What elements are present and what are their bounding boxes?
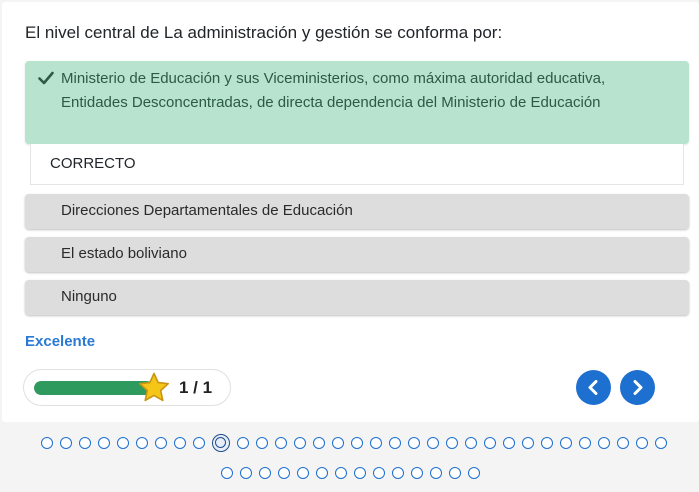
pagination-dot-current[interactable] [211,434,230,452]
pagination-dot[interactable] [192,437,205,449]
pagination-dot[interactable] [154,437,167,449]
next-button[interactable] [620,370,655,405]
progress-track [34,381,154,395]
score-progress: 1 / 1 [23,369,231,406]
pagination-dot[interactable] [297,467,309,479]
answer-option-direcciones[interactable]: Direcciones Departamentales de Educación [25,194,689,229]
pagination-dot[interactable] [392,467,404,479]
question-pagination [2,426,699,492]
chevron-left-icon [588,380,598,395]
pagination-dot[interactable] [635,437,648,449]
pagination-dot[interactable] [411,467,423,479]
pagination-dot[interactable] [255,437,268,449]
pagination-dot[interactable] [173,437,186,449]
pagination-dot[interactable] [316,467,328,479]
pagination-dot[interactable] [388,437,401,449]
pagination-dot[interactable] [240,467,252,479]
pagination-dot[interactable] [236,437,249,449]
pagination-dot[interactable] [407,437,420,449]
previous-button[interactable] [576,370,611,405]
pagination-dot[interactable] [464,437,477,449]
pagination-dot[interactable] [350,437,363,449]
quiz-card: El nivel central de La administración y … [2,2,699,422]
pagination-dot[interactable] [116,437,129,449]
result-label: Excelente [25,333,96,350]
selected-answer-correct[interactable]: Ministerio de Educación y sus Viceminist… [25,61,689,144]
pagination-dot[interactable] [373,467,385,479]
pagination-dot[interactable] [578,437,591,449]
pagination-row [5,434,699,452]
chevron-right-icon [633,380,643,395]
pagination-dot[interactable] [521,437,534,449]
pagination-dot[interactable] [78,437,91,449]
pagination-dot[interactable] [449,467,461,479]
pagination-dot[interactable] [502,437,515,449]
pagination-dot[interactable] [278,467,290,479]
pagination-dot[interactable] [312,437,325,449]
pagination-dot[interactable] [354,467,366,479]
pagination-dot[interactable] [540,437,553,449]
pagination-dot[interactable] [597,437,610,449]
pagination-dot[interactable] [468,467,480,479]
pagination-dot[interactable] [293,437,306,449]
pagination-dot[interactable] [335,467,347,479]
pagination-row [2,467,699,479]
pagination-dot[interactable] [616,437,629,449]
pagination-dot[interactable] [654,437,667,449]
pagination-dot[interactable] [445,437,458,449]
feedback-box: CORRECTO [30,144,684,185]
pagination-dot[interactable] [274,437,287,449]
pagination-dot[interactable] [426,437,439,449]
pagination-dot[interactable] [369,437,382,449]
answer-option-label: Direcciones Departamentales de Educación [61,202,353,219]
pagination-dot[interactable] [97,437,110,449]
selected-answer-label: Ministerio de Educación y sus Viceminist… [61,70,606,111]
pagination-dot[interactable] [559,437,572,449]
check-icon [38,71,54,85]
pagination-dot[interactable] [331,437,344,449]
star-icon [139,372,169,402]
answer-option-ninguno[interactable]: Ninguno [25,280,689,315]
answer-option-estado[interactable]: El estado boliviano [25,237,689,272]
answer-option-label: Ninguno [61,288,117,305]
feedback-label: CORRECTO [50,155,136,172]
pagination-dot[interactable] [59,437,72,449]
pagination-dot[interactable] [135,437,148,449]
pagination-dot[interactable] [430,467,442,479]
progress-fill [34,381,154,395]
progress-count: 1 / 1 [179,378,213,397]
pagination-dot[interactable] [40,437,53,449]
pagination-dot[interactable] [259,467,271,479]
pagination-dot[interactable] [483,437,496,449]
answer-option-label: El estado boliviano [61,245,187,262]
pagination-dot[interactable] [221,467,233,479]
question-text: El nivel central de La administración y … [25,23,503,42]
